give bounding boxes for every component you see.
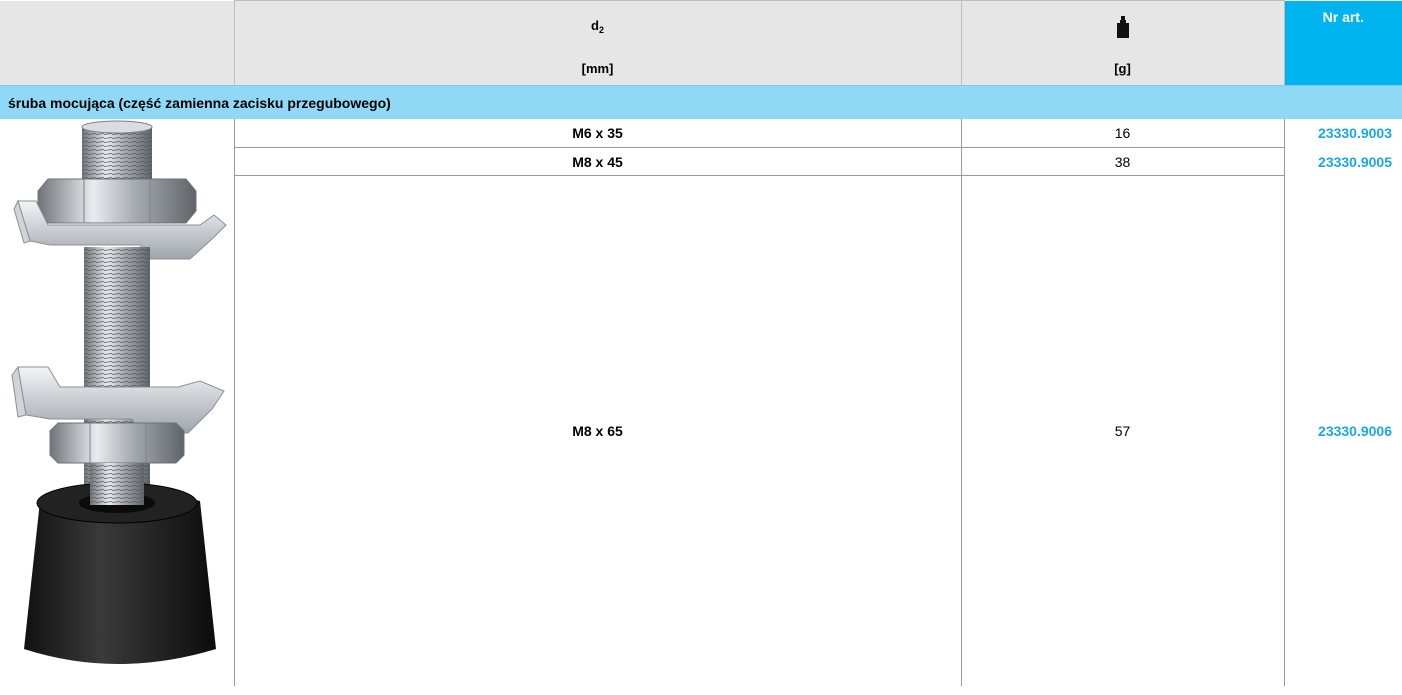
table-row: M6 x 35 16 23330.9003	[0, 119, 1402, 664]
weight-cell: 57	[960, 175, 1284, 686]
header-image-cell	[0, 0, 234, 52]
product-table-page: d2 Nr art. [mm] [g] śruba mocująca (częś…	[0, 0, 1402, 695]
weight-cell: 38	[960, 147, 1284, 176]
clamp-screw-image	[11, 120, 227, 664]
article-number-cell: 23330.9005	[1283, 147, 1402, 176]
section-row: śruba mocująca (część zamienna zacisku p…	[0, 85, 1402, 119]
header-row: d2 Nr art.	[0, 0, 1402, 86]
header-units-row: [mm] [g]	[0, 52, 1402, 86]
size-cell: M8 x 45	[233, 147, 961, 176]
size-cell: M6 x 35	[233, 119, 961, 148]
header-article-number: Nr art.	[1283, 0, 1402, 86]
header-image-cell-bottom	[0, 52, 234, 86]
diameter-subscript: 2	[598, 25, 604, 35]
section-title: śruba mocująca (część zamienna zacisku p…	[0, 85, 1402, 119]
article-number-cell: 23330.9003	[1283, 119, 1402, 148]
diameter-symbol: d	[591, 18, 599, 33]
size-cell: M8 x 65	[233, 175, 961, 686]
header-diameter: d2	[233, 0, 961, 52]
weight-icon	[1116, 15, 1129, 38]
header-diameter-unit: [mm]	[233, 52, 961, 86]
header-weight	[960, 0, 1284, 52]
product-image-cell	[0, 119, 234, 686]
article-number-cell: 23330.9006	[1283, 175, 1402, 686]
product-table: d2 Nr art. [mm] [g] śruba mocująca (częś…	[0, 0, 1402, 686]
weight-cell: 16	[960, 119, 1284, 148]
header-weight-unit: [g]	[960, 52, 1284, 86]
